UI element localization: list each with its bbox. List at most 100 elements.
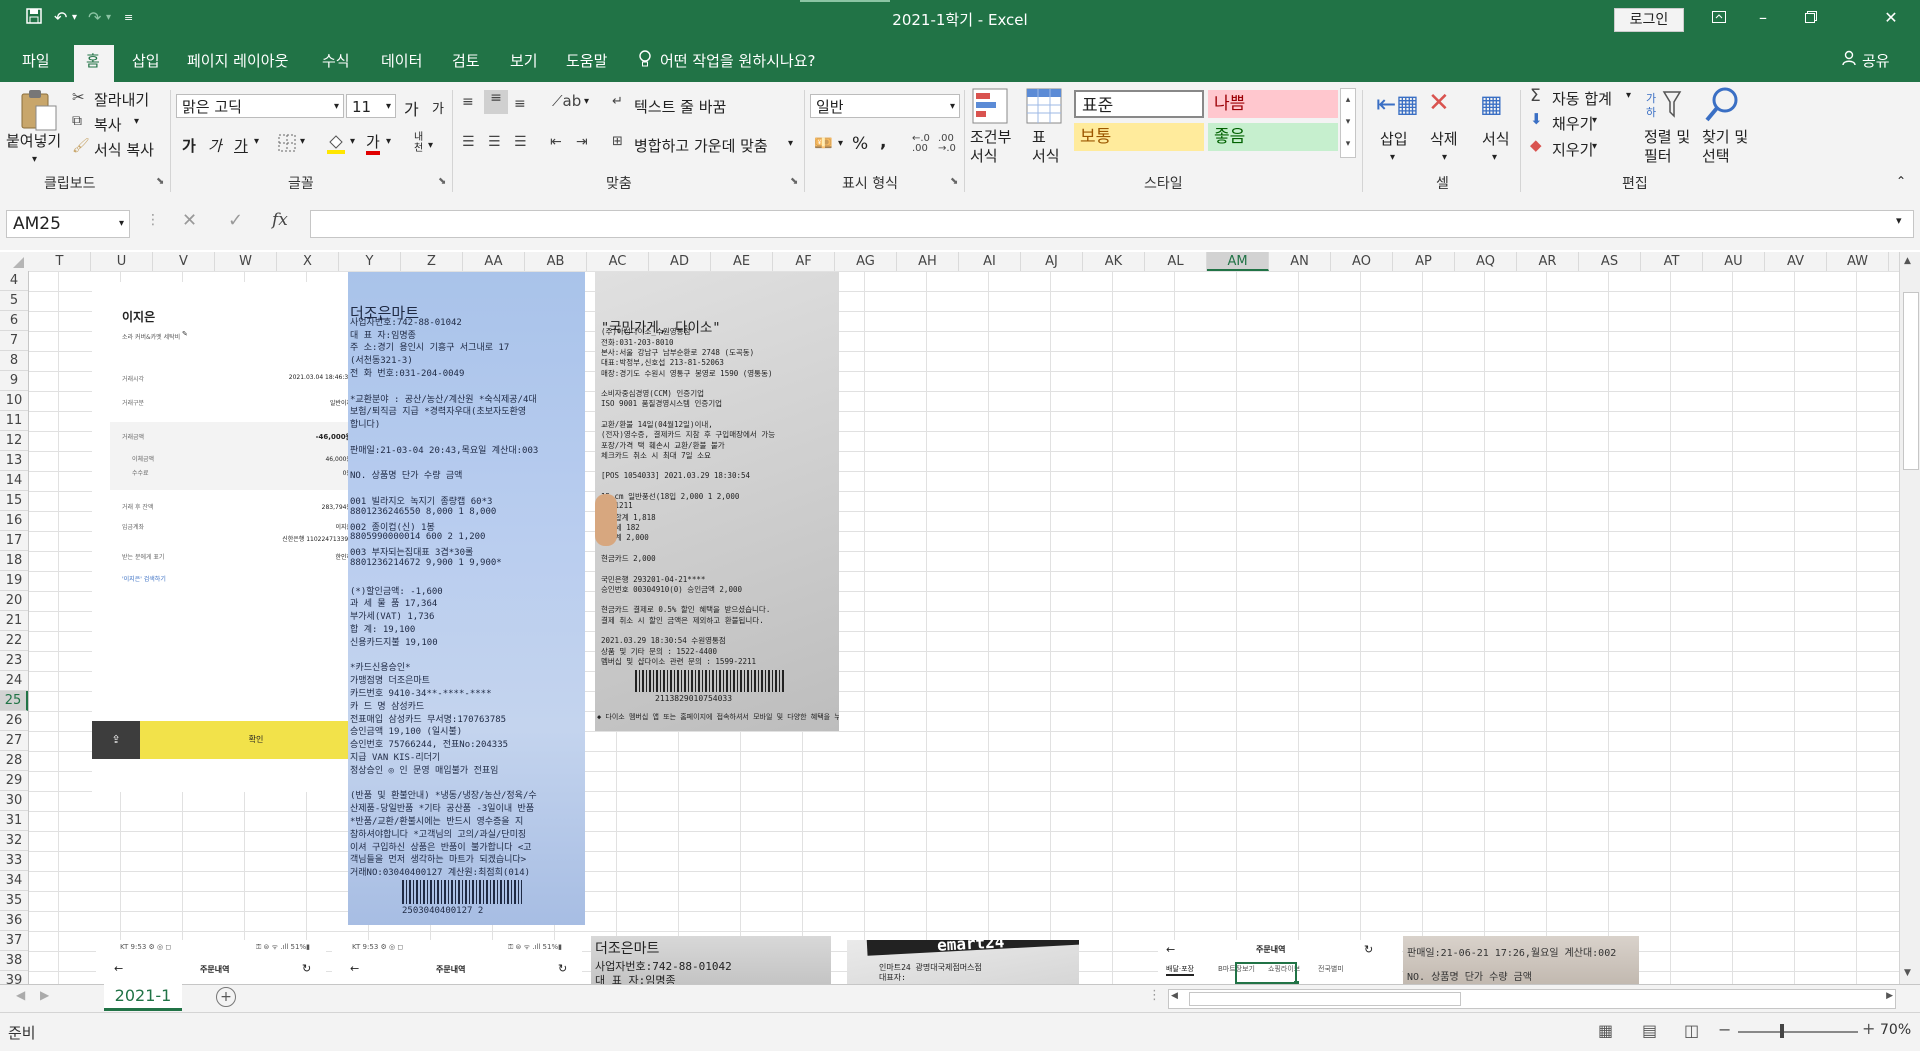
row-header-24[interactable]: 24 [0,671,28,691]
column-header-y[interactable]: Y [339,252,401,271]
row-header-28[interactable]: 28 [0,751,28,771]
row-header-35[interactable]: 35 [0,891,28,911]
add-sheet-icon[interactable]: + [216,987,236,1007]
row-header-32[interactable]: 32 [0,831,28,851]
sheet-tab-2021-1[interactable]: 2021-1 [104,984,182,1011]
zoom-out-icon[interactable]: − [1718,1020,1731,1039]
expand-formula-icon[interactable]: ▾ [1896,214,1902,227]
row-header-34[interactable]: 34 [0,871,28,891]
tell-me-search[interactable]: 어떤 작업을 원하시나요? [660,50,816,71]
comma-button[interactable]: , [880,132,886,152]
daiso-receipt-photo[interactable]: "국민가게, 다이소" (주)아성다이소_수원영통점 전화:031-203-8010… [595,272,839,731]
style-bad[interactable]: 나쁨 [1208,90,1338,118]
column-header-ak[interactable]: AK [1083,252,1145,271]
row-header-30[interactable]: 30 [0,791,28,811]
autosum-button[interactable]: 자동 합계 [1552,88,1612,109]
column-header-ad[interactable]: AD [649,252,711,271]
row-header-11[interactable]: 11 [0,411,28,431]
zoom-slider-thumb[interactable] [1780,1024,1784,1038]
scroll-left-icon[interactable]: ◀ [1171,991,1178,1001]
clear-dropdown-icon[interactable]: ▾ [1592,141,1597,152]
transfer-row-label[interactable]: '이지은' 검색하기 [122,574,166,583]
orders-tab-delivery[interactable]: 배달·포장 [1166,964,1194,976]
phonetic-dropdown-icon[interactable]: ▾ [428,140,433,151]
tab-view[interactable]: 보기 [510,50,538,71]
column-header-u[interactable]: U [91,252,153,271]
collapse-ribbon-icon[interactable]: ⌃ [1896,174,1906,188]
decrease-decimal-icon[interactable]: .00 →.0 [938,134,956,154]
increase-indent-icon[interactable]: ⇥ [576,134,588,150]
partial-receipt-photo-5[interactable]: 판매일:21-06-21 17:26,월요일 계산대:002 NO. 상품명 단… [1403,936,1639,984]
formula-input[interactable] [310,210,1914,238]
column-header-ao[interactable]: AO [1331,252,1393,271]
row-header-25[interactable]: 25 [0,691,28,711]
row-header-6[interactable]: 6 [0,311,28,331]
tab-review[interactable]: 검토 [452,50,480,71]
column-header-v[interactable]: V [153,252,215,271]
row-header-18[interactable]: 18 [0,551,28,571]
format-cells-button[interactable]: 서식 [1482,128,1510,149]
row-header-8[interactable]: 8 [0,351,28,371]
scroll-down-icon[interactable]: ▼ [1904,968,1911,978]
partial-phone-screenshot-2[interactable]: KT 9:53 ⚙ ◎ ◻ ⚿ ⊜ ᯤ .ıll 51%▮ ← 주문내역 ↻ [332,940,582,984]
increase-decimal-icon[interactable]: ←.0.00 [912,134,930,154]
column-header-ap[interactable]: AP [1393,252,1455,271]
format-as-table-button[interactable]: 표 서식 [1032,128,1060,166]
wrap-text-button[interactable]: 텍스트 줄 바꿈 [634,96,726,117]
column-header-ab[interactable]: AB [525,252,587,271]
column-header-aw[interactable]: AW [1827,252,1889,271]
font-color-dropdown-icon[interactable]: ▾ [386,136,391,147]
currency-icon[interactable]: 💴 [814,134,833,152]
column-header-x[interactable]: X [277,252,339,271]
align-center-icon[interactable]: ☰ [488,134,501,150]
bold-button[interactable]: 가 [182,135,196,156]
scroll-up-icon[interactable]: ▲ [1904,256,1911,266]
align-middle-icon[interactable]: ≡ [484,90,508,114]
row-header-37[interactable]: 37 [0,931,28,951]
row-header-27[interactable]: 27 [0,731,28,751]
align-left-icon[interactable]: ☰ [462,134,475,150]
row-header-19[interactable]: 19 [0,571,28,591]
next-sheet-icon[interactable]: ▶ [40,988,49,1002]
underline-dropdown-icon[interactable]: ▾ [254,136,259,147]
font-color-button[interactable]: 가 [366,133,380,155]
column-header-ai[interactable]: AI [959,252,1021,271]
row-header-7[interactable]: 7 [0,331,28,351]
row-header-36[interactable]: 36 [0,911,28,931]
cancel-icon[interactable]: ✕ [182,210,197,231]
align-top-icon[interactable]: ≡ [462,94,474,110]
font-name-combo[interactable]: 맑은 고딕 ▾ [176,94,344,118]
tab-data[interactable]: 데이터 [381,50,422,71]
page-break-view-icon[interactable]: ◫ [1684,1021,1699,1040]
share-button[interactable]: 공유 [1862,50,1890,71]
row-header-21[interactable]: 21 [0,611,28,631]
back-arrow-icon[interactable]: ← [350,962,359,975]
delete-cells-button[interactable]: 삭제 [1430,128,1458,149]
name-box[interactable]: AM25 ▾ [6,210,130,238]
format-as-table-icon[interactable] [1026,88,1062,129]
tab-home[interactable]: 홈 [86,50,100,71]
refresh-icon[interactable]: ↻ [302,962,311,975]
row-header-33[interactable]: 33 [0,851,28,871]
zoom-in-icon[interactable]: + [1862,1019,1875,1038]
insert-dropdown-icon[interactable]: ▾ [1390,152,1395,163]
style-neutral[interactable]: 보통 [1074,123,1204,151]
clear-button[interactable]: 지우기 [1552,139,1593,160]
fill-dropdown-icon[interactable]: ▾ [1592,115,1597,126]
tab-split-grip-icon[interactable]: ⋮ [1148,988,1161,1003]
ribbon-display-icon[interactable] [1704,6,1734,30]
column-header-aq[interactable]: AQ [1455,252,1517,271]
tab-file[interactable]: 파일 [22,50,50,71]
close-icon[interactable]: ✕ [1876,6,1906,30]
row-header-14[interactable]: 14 [0,471,28,491]
share-icon[interactable]: ⇪ [92,721,140,759]
row-header-13[interactable]: 13 [0,451,28,471]
column-header-aj[interactable]: AJ [1021,252,1083,271]
copy-button[interactable]: 복사 [94,114,122,135]
column-header-at[interactable]: AT [1641,252,1703,271]
back-arrow-icon[interactable]: ← [1166,943,1175,956]
borders-dropdown-icon[interactable]: ▾ [300,136,305,147]
vertical-scrollbar[interactable]: ▲ ▼ [1899,252,1920,984]
partial-phone-screenshot-1[interactable]: KT 9:53 ⚙ ◎ ◻ ⚿ ⊜ ᯤ .ıll 51%▮ ← 주문내역 ↻ [96,940,326,984]
row-header-9[interactable]: 9 [0,371,28,391]
